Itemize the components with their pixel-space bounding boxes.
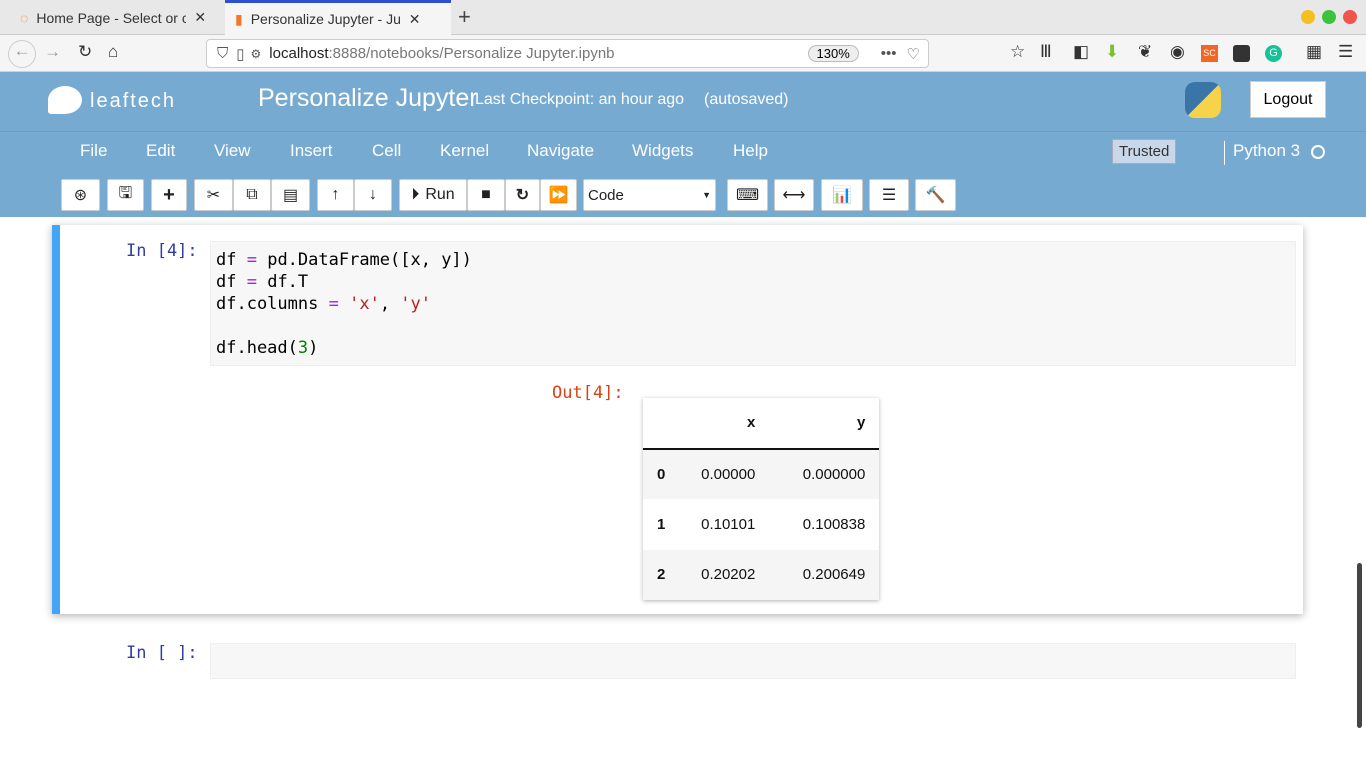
browser-tab-notebook[interactable]: ▮Personalize Jupyter - Jupyter Notebook✕ [225, 0, 451, 35]
menu-kernel[interactable]: Kernel [440, 141, 489, 161]
menu-file[interactable]: File [80, 141, 107, 161]
home-icon[interactable]: ⌂ [108, 42, 118, 62]
page-icon: ▯ [236, 45, 245, 63]
menu-cell[interactable]: Cell [372, 141, 401, 161]
close-tab-icon[interactable]: ✕ [194, 9, 206, 26]
new-tab-icon[interactable]: + [458, 4, 471, 30]
index-header [643, 398, 679, 449]
more-icon[interactable]: ••• [881, 45, 897, 62]
browser-tab-home[interactable]: ◌Home Page - Select or create a notebook… [10, 0, 225, 35]
hamburger-menu-icon[interactable]: ☰ [1338, 42, 1353, 62]
toggle-width-button[interactable]: ⟷ [774, 179, 814, 211]
run-icon: ⏵ [411, 186, 420, 203]
copy-button[interactable]: ⧉ [233, 179, 271, 211]
keyboard-shortcuts-button[interactable]: ⌨ [727, 179, 768, 211]
input-prompt: In [ ]: [126, 643, 198, 663]
download-extension-icon[interactable]: ⬇ [1105, 42, 1119, 62]
restart-button[interactable]: ↻ [505, 179, 540, 211]
minimize-button[interactable] [1301, 10, 1315, 24]
empty-code-input[interactable] [210, 643, 1296, 679]
checkpoint-status: Last Checkpoint: an hour ago [475, 91, 685, 108]
bookmark-star-icon[interactable]: ☆ [1010, 42, 1025, 62]
menu-navigate[interactable]: Navigate [527, 141, 594, 161]
move-up-button[interactable]: ↑ [317, 179, 354, 211]
input-prompt: In [4]: [126, 241, 198, 261]
output-prompt: Out[4]: [552, 383, 624, 403]
trusted-indicator[interactable]: Trusted [1112, 139, 1177, 164]
build-button[interactable]: 🔨 [915, 179, 956, 211]
menu-help[interactable]: Help [733, 141, 768, 161]
jupyter-icon: ◌ [20, 9, 29, 26]
reload-icon[interactable]: ↻ [78, 42, 92, 62]
paste-button[interactable]: ▤ [271, 179, 310, 211]
kernel-name: Python 3 [1233, 141, 1301, 160]
forward-icon[interactable]: → [44, 42, 61, 62]
python-logo-icon [1185, 82, 1221, 118]
table-row: 1 0.10101 0.100838 [657, 515, 866, 533]
account-icon[interactable]: ◉ [1170, 42, 1185, 62]
sidebar-icon[interactable]: ◧ [1073, 42, 1089, 62]
scrollbar[interactable] [1357, 563, 1362, 728]
notebook-title[interactable]: Personalize Jupyter [258, 84, 478, 113]
save-button[interactable]: 🖫 [107, 179, 144, 211]
dataframe-output: x y 0 0.00000 0.000000 1 0.10101 0.100838 20… [643, 398, 880, 600]
autosave-status: (autosaved) [704, 91, 789, 108]
book-icon: ▮ [235, 10, 243, 27]
cell-type-select[interactable]: Code ▼ [583, 179, 716, 211]
library-icon[interactable]: Ⅲ [1040, 42, 1052, 62]
shield-icon: ⛉ [217, 45, 229, 62]
pocket-icon[interactable]: ♡ [907, 45, 920, 63]
zoom-level[interactable]: 130% [807, 45, 859, 62]
restart-run-all-button[interactable]: ⏩ [540, 179, 577, 211]
chart-extension-button[interactable]: 📊 [821, 179, 863, 211]
table-row: 0 0.00000 0.000000 [643, 448, 880, 499]
toc-button[interactable]: ☰ [869, 179, 909, 211]
sc-extension-icon[interactable]: SC [1201, 45, 1218, 62]
menu-edit[interactable]: Edit [146, 141, 175, 161]
cut-button[interactable]: ✂ [194, 179, 233, 211]
insert-cell-button[interactable]: + [151, 179, 187, 211]
close-window-button[interactable] [1343, 10, 1357, 24]
menu-view[interactable]: View [214, 141, 251, 161]
terminal-extension-icon[interactable] [1233, 45, 1250, 62]
run-button[interactable]: ⏵ Run [399, 179, 467, 211]
column-header: y [857, 414, 866, 432]
logo-text: leaftech [90, 90, 177, 112]
back-icon[interactable]: ← [8, 40, 36, 68]
table-row: 2 0.20202 0.200649 [643, 549, 880, 600]
kernel-idle-icon [1311, 145, 1325, 159]
close-tab-icon[interactable]: ✕ [409, 11, 421, 28]
column-header: x [747, 414, 756, 432]
permissions-icon: ⚙ [250, 46, 262, 61]
gnome-extension-icon[interactable]: ❦ [1138, 42, 1152, 62]
gift-icon[interactable]: ▦ [1306, 42, 1322, 62]
move-down-button[interactable]: ↓ [354, 179, 392, 211]
menu-widgets[interactable]: Widgets [632, 141, 693, 161]
code-input[interactable]: df = pd.DataFrame([x, y]) df = df.T df.c… [210, 241, 1296, 366]
dropdown-arrow-icon: ▼ [702, 190, 711, 200]
menu-insert[interactable]: Insert [290, 141, 333, 161]
url-bar[interactable]: ⛉ ▯ ⚙ localhost:8888/notebooks/Personali… [206, 39, 929, 68]
leaf-logo-icon [48, 86, 82, 114]
maximize-button[interactable] [1322, 10, 1336, 24]
grammarly-icon[interactable]: G [1265, 45, 1282, 62]
logout-button[interactable]: Logout [1250, 81, 1326, 118]
command-palette-button[interactable]: ⊛ [61, 179, 100, 211]
interrupt-button[interactable]: ■ [467, 179, 505, 211]
